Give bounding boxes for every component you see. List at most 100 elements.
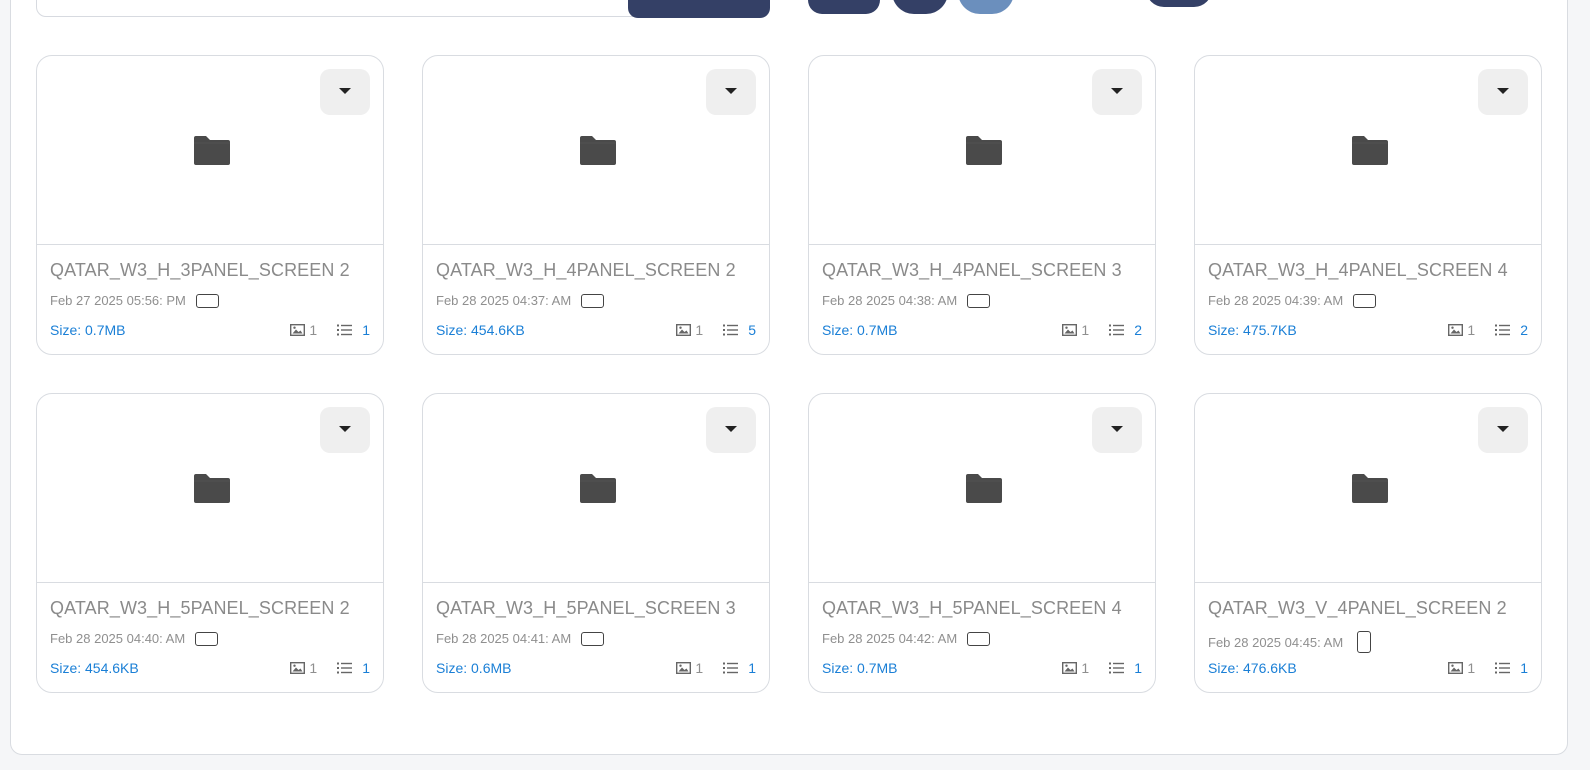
folder-grid: QATAR_W3_H_3PANEL_SCREEN 2 Feb 27 2025 0… (36, 55, 1542, 693)
folder-thumbnail[interactable] (423, 56, 769, 245)
folder-card[interactable]: QATAR_W3_H_5PANEL_SCREEN 3 Feb 28 2025 0… (422, 393, 770, 693)
item-count[interactable]: 1 (748, 660, 756, 676)
folder-thumbnail[interactable] (809, 394, 1155, 583)
caret-down-icon (725, 88, 737, 94)
folder-date: Feb 28 2025 04:45: AM (1208, 634, 1344, 650)
toolbar-button-1[interactable] (808, 0, 880, 14)
card-menu-button[interactable] (1478, 407, 1528, 453)
image-count: 1 (695, 660, 704, 676)
folder-name[interactable]: QATAR_W3_H_3PANEL_SCREEN 2 (50, 260, 350, 281)
card-menu-button[interactable] (320, 69, 370, 115)
folder-name[interactable]: QATAR_W3_H_5PANEL_SCREEN 3 (436, 598, 736, 619)
item-count[interactable]: 1 (362, 660, 370, 676)
search-input[interactable] (36, 0, 666, 17)
screen-orientation-icon (967, 631, 991, 646)
image-icon (290, 324, 306, 336)
item-count[interactable]: 5 (748, 322, 756, 338)
folder-size: Size: 475.7KB (1208, 322, 1297, 338)
folder-counts: 1 1 (1062, 660, 1142, 676)
folder-card[interactable]: QATAR_W3_H_4PANEL_SCREEN 4 Feb 28 2025 0… (1194, 55, 1542, 355)
folder-date-row: Feb 28 2025 04:42: AM (822, 631, 991, 646)
screen-orientation-icon (967, 293, 991, 308)
screen-orientation-icon (1357, 631, 1372, 653)
item-count[interactable]: 1 (362, 322, 370, 338)
list-icon (1109, 662, 1125, 674)
folder-date-row: Feb 28 2025 04:41: AM (436, 631, 605, 646)
folder-icon (194, 474, 230, 503)
folder-thumbnail[interactable] (423, 394, 769, 583)
caret-down-icon (339, 88, 351, 94)
image-icon (676, 324, 692, 336)
card-menu-button[interactable] (1092, 69, 1142, 115)
folder-counts: 1 2 (1062, 322, 1142, 338)
screen-orientation-icon (195, 293, 219, 308)
list-icon (1109, 324, 1125, 336)
folder-name[interactable]: QATAR_W3_H_4PANEL_SCREEN 3 (822, 260, 1122, 281)
folder-icon (966, 136, 1002, 165)
folder-name[interactable]: QATAR_W3_H_4PANEL_SCREEN 2 (436, 260, 736, 281)
folder-counts: 1 1 (676, 660, 756, 676)
folder-icon (1352, 136, 1388, 165)
folder-icon (580, 136, 616, 165)
card-menu-button[interactable] (320, 407, 370, 453)
caret-down-icon (1497, 426, 1509, 432)
image-icon (1062, 662, 1078, 674)
folder-name[interactable]: QATAR_W3_H_4PANEL_SCREEN 4 (1208, 260, 1508, 281)
search-button[interactable] (628, 0, 770, 18)
folder-thumbnail[interactable] (809, 56, 1155, 245)
folder-thumbnail[interactable] (37, 394, 383, 583)
image-count: 1 (1467, 660, 1476, 676)
folder-card[interactable]: QATAR_W3_H_5PANEL_SCREEN 4 Feb 28 2025 0… (808, 393, 1156, 693)
folder-date-row: Feb 27 2025 05:56: PM (50, 293, 219, 308)
list-icon (1495, 662, 1511, 674)
item-count[interactable]: 1 (1134, 660, 1142, 676)
image-count: 1 (1081, 660, 1090, 676)
caret-down-icon (1497, 88, 1509, 94)
item-count[interactable]: 2 (1134, 322, 1142, 338)
folder-icon (966, 474, 1002, 503)
folder-date-row: Feb 28 2025 04:38: AM (822, 293, 991, 308)
image-icon (1448, 324, 1464, 336)
folder-counts: 1 5 (676, 322, 756, 338)
folder-date-row: Feb 28 2025 04:40: AM (50, 631, 219, 646)
folder-counts: 1 1 (290, 660, 370, 676)
folder-date: Feb 28 2025 04:40: AM (50, 631, 186, 646)
folder-counts: 1 2 (1448, 322, 1528, 338)
caret-down-icon (339, 426, 351, 432)
image-count: 1 (1467, 322, 1476, 338)
folder-card[interactable]: QATAR_W3_H_4PANEL_SCREEN 3 Feb 28 2025 0… (808, 55, 1156, 355)
folder-size: Size: 0.7MB (822, 660, 898, 676)
folder-name[interactable]: QATAR_W3_V_4PANEL_SCREEN 2 (1208, 598, 1507, 619)
card-menu-button[interactable] (1092, 407, 1142, 453)
folder-name[interactable]: QATAR_W3_H_5PANEL_SCREEN 4 (822, 598, 1122, 619)
list-icon (337, 662, 353, 674)
item-count[interactable]: 1 (1520, 660, 1528, 676)
folder-name[interactable]: QATAR_W3_H_5PANEL_SCREEN 2 (50, 598, 350, 619)
folder-thumbnail[interactable] (1195, 394, 1541, 583)
card-menu-button[interactable] (706, 407, 756, 453)
folder-thumbnail[interactable] (37, 56, 383, 245)
folder-card[interactable]: QATAR_W3_H_3PANEL_SCREEN 2 Feb 27 2025 0… (36, 55, 384, 355)
card-menu-button[interactable] (706, 69, 756, 115)
caret-down-icon (1111, 88, 1123, 94)
folder-counts: 1 1 (1448, 660, 1528, 676)
folder-date: Feb 28 2025 04:41: AM (436, 631, 572, 646)
folder-card[interactable]: QATAR_W3_H_5PANEL_SCREEN 2 Feb 28 2025 0… (36, 393, 384, 693)
folder-date: Feb 28 2025 04:42: AM (822, 631, 958, 646)
list-icon (337, 324, 353, 336)
folder-icon (1352, 474, 1388, 503)
item-count[interactable]: 2 (1520, 322, 1528, 338)
folder-date: Feb 28 2025 04:37: AM (436, 293, 572, 308)
screen-orientation-icon (195, 631, 219, 646)
folder-card[interactable]: QATAR_W3_V_4PANEL_SCREEN 2 Feb 28 2025 0… (1194, 393, 1542, 693)
image-count: 1 (309, 322, 318, 338)
image-icon (290, 662, 306, 674)
card-menu-button[interactable] (1478, 69, 1528, 115)
folder-size: Size: 454.6KB (50, 660, 139, 676)
folder-card[interactable]: QATAR_W3_H_4PANEL_SCREEN 2 Feb 28 2025 0… (422, 55, 770, 355)
folder-icon (194, 136, 230, 165)
folder-date: Feb 28 2025 04:39: AM (1208, 293, 1344, 308)
image-count: 1 (1081, 322, 1090, 338)
folder-date: Feb 27 2025 05:56: PM (50, 293, 186, 308)
folder-thumbnail[interactable] (1195, 56, 1541, 245)
